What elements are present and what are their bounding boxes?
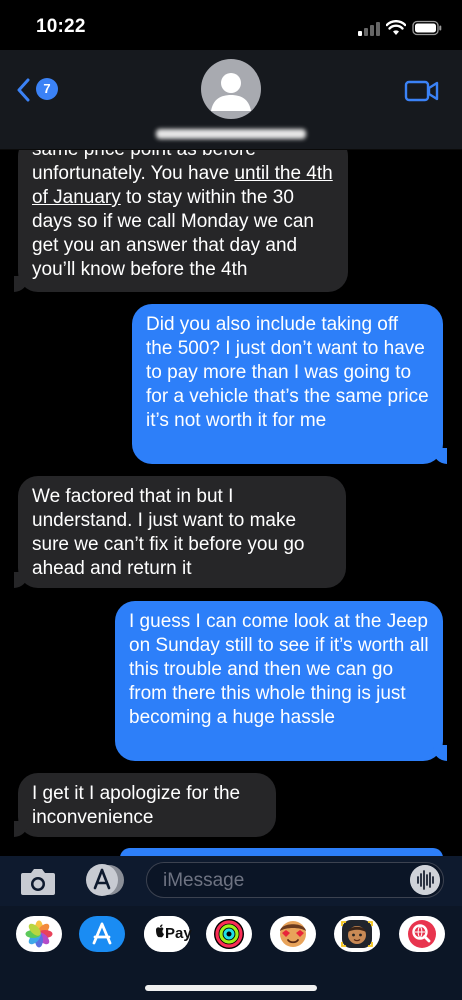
audio-waveform-icon[interactable] (410, 865, 440, 895)
facetime-video-icon[interactable] (404, 78, 440, 104)
activity-app-icon[interactable] (206, 916, 252, 952)
photos-app-icon[interactable] (16, 916, 62, 952)
contact-name[interactable]: ██████████ (150, 124, 312, 142)
wifi-icon (386, 20, 406, 35)
app-store-apps-icon[interactable] (82, 863, 126, 897)
imessage-app-drawer: Pay (0, 906, 462, 1000)
status-bar: 10:22 (0, 0, 462, 50)
animoji-app-icon[interactable] (334, 916, 380, 952)
redacted-contact-name: ██████████ (156, 129, 306, 139)
composer-bar: iMessage (0, 856, 462, 906)
camera-icon[interactable] (18, 864, 58, 898)
message-text: I guess I can come look at the Jeep on S… (129, 611, 429, 728)
cellular-signal-icon (358, 22, 380, 36)
message-text: I get it I apologize for the inconvenien… (32, 783, 241, 828)
imessage-placeholder: iMessage (163, 870, 245, 891)
web-search-app-icon[interactable] (399, 916, 445, 952)
imessage-input[interactable]: iMessage (146, 862, 444, 898)
status-time: 10:22 (36, 16, 86, 37)
message-text: same price point as before unfortunately… (32, 150, 256, 184)
person-silhouette-icon (211, 73, 251, 111)
message-bubble-incoming[interactable]: I get it I apologize for the inconvenien… (14, 773, 276, 837)
chevron-left-icon (17, 78, 30, 102)
home-indicator[interactable] (145, 985, 317, 991)
back-button[interactable]: 7 (16, 76, 66, 106)
memoji-stickers-app-icon[interactable] (270, 916, 316, 952)
message-bubble-incoming[interactable]: same price point as before unfortunately… (14, 150, 348, 292)
contact-avatar[interactable] (201, 59, 261, 119)
message-text: Did you also include taking off the 500?… (146, 314, 429, 431)
message-bubble-outgoing-partial[interactable] (120, 848, 443, 856)
message-bubble-incoming[interactable]: We factored that in but I understand. I … (14, 476, 346, 588)
message-text: We factored that in but I understand. I … (32, 486, 305, 579)
battery-icon (412, 20, 442, 36)
message-bubble-outgoing[interactable]: Did you also include taking off the 500?… (132, 304, 447, 464)
message-thread[interactable]: same price point as before unfortunately… (0, 150, 462, 856)
apple-pay-label: Pay (165, 925, 192, 942)
unread-count-badge: 7 (36, 78, 58, 100)
message-bubble-outgoing[interactable]: I guess I can come look at the Jeep on S… (115, 601, 447, 761)
apple-pay-app-icon[interactable]: Pay (144, 916, 192, 952)
conversation-header: 7 ██████████ (0, 50, 462, 150)
app-store-app-icon[interactable] (79, 916, 125, 952)
